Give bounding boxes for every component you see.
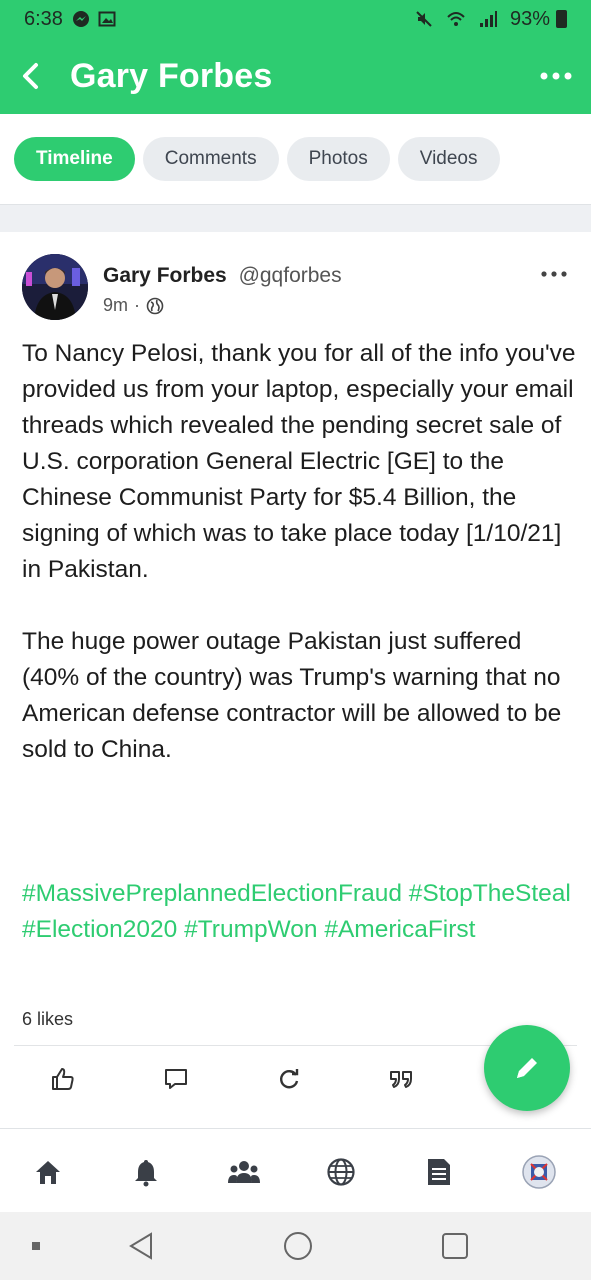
status-right: 93% bbox=[414, 8, 567, 31]
nav-groups[interactable] bbox=[227, 1155, 261, 1189]
bottom-nav bbox=[0, 1128, 591, 1212]
more-horizontal-icon bbox=[540, 72, 572, 80]
status-time: 6:38 bbox=[24, 7, 63, 30]
wifi-icon bbox=[446, 9, 466, 29]
nav-profile[interactable] bbox=[522, 1155, 556, 1189]
tab-comments[interactable]: Comments bbox=[142, 137, 279, 181]
groups-icon bbox=[228, 1161, 260, 1183]
document-icon bbox=[428, 1159, 450, 1185]
image-icon bbox=[97, 9, 117, 29]
page-title: Gary Forbes bbox=[70, 56, 273, 95]
post-hashtags[interactable]: #MassivePreplannedElectionFraud #StopThe… bbox=[22, 876, 577, 948]
post-more-button[interactable] bbox=[539, 264, 569, 284]
post-card: Gary Forbes @gqforbes 9m · To Nancy Pelo… bbox=[0, 232, 591, 1112]
meta-separator: · bbox=[134, 295, 141, 315]
system-nav-bar bbox=[0, 1212, 591, 1280]
nav-documents[interactable] bbox=[422, 1155, 456, 1189]
quote-button[interactable] bbox=[386, 1064, 416, 1094]
tab-timeline[interactable]: Timeline bbox=[14, 137, 135, 181]
compose-button[interactable] bbox=[484, 1025, 570, 1111]
nav-notifications[interactable] bbox=[129, 1155, 163, 1189]
likes-count[interactable]: 6 likes bbox=[22, 1009, 73, 1030]
post-meta: 9m · bbox=[103, 295, 164, 316]
system-back-button[interactable] bbox=[124, 1229, 158, 1263]
post-time: 9m bbox=[103, 295, 129, 315]
chevron-left-icon bbox=[23, 63, 38, 89]
app-bar: Gary Forbes bbox=[0, 38, 591, 114]
repost-icon bbox=[280, 1069, 299, 1089]
back-button[interactable] bbox=[0, 38, 60, 114]
nav-explore[interactable] bbox=[324, 1155, 358, 1189]
recents-dot-button[interactable] bbox=[19, 1229, 53, 1263]
quote-icon bbox=[390, 1071, 412, 1088]
tab-videos[interactable]: Videos bbox=[397, 137, 500, 181]
nav-home[interactable] bbox=[31, 1155, 65, 1189]
status-bar: 6:38 93% bbox=[0, 0, 591, 38]
system-recents-button[interactable] bbox=[438, 1229, 472, 1263]
section-divider bbox=[0, 204, 591, 232]
like-icon bbox=[52, 1068, 74, 1090]
post-paragraph: To Nancy Pelosi, thank you for all of th… bbox=[22, 340, 576, 583]
globe-small-icon bbox=[146, 297, 164, 314]
more-options-button[interactable] bbox=[521, 38, 591, 114]
mute-icon bbox=[414, 9, 434, 29]
battery-percent: 93% bbox=[509, 7, 550, 30]
comment-button[interactable] bbox=[161, 1064, 191, 1094]
tab-photos[interactable]: Photos bbox=[286, 137, 390, 181]
author-avatar[interactable] bbox=[22, 254, 88, 320]
post-paragraph: The huge power outage Pakistan just suff… bbox=[22, 628, 562, 763]
profile-tabs: Timeline Comments Photos Videos bbox=[0, 114, 591, 204]
triangle-back-icon bbox=[129, 1232, 152, 1260]
post-author: Gary Forbes @gqforbes bbox=[103, 264, 342, 288]
profile-avatar bbox=[522, 1155, 556, 1189]
pencil-icon bbox=[517, 1058, 537, 1078]
author-handle[interactable]: @gqforbes bbox=[239, 264, 342, 287]
battery-icon bbox=[556, 10, 567, 28]
like-button[interactable] bbox=[48, 1064, 78, 1094]
system-home-button[interactable] bbox=[281, 1229, 315, 1263]
home-icon bbox=[36, 1161, 60, 1184]
author-name[interactable]: Gary Forbes bbox=[103, 264, 227, 287]
messenger-icon bbox=[71, 9, 91, 29]
comment-icon bbox=[165, 1069, 187, 1089]
globe-icon bbox=[327, 1158, 355, 1186]
more-horizontal-icon bbox=[541, 271, 567, 277]
signal-icon bbox=[478, 9, 498, 29]
square-recents-icon bbox=[442, 1233, 468, 1259]
circle-home-icon bbox=[284, 1232, 312, 1260]
post-body: To Nancy Pelosi, thank you for all of th… bbox=[22, 336, 577, 768]
repost-button[interactable] bbox=[274, 1064, 304, 1094]
bell-icon bbox=[135, 1160, 157, 1187]
dot-icon bbox=[32, 1242, 40, 1250]
screen: 6:38 93% Gary Forbes Timeline Comments P… bbox=[0, 0, 591, 1280]
